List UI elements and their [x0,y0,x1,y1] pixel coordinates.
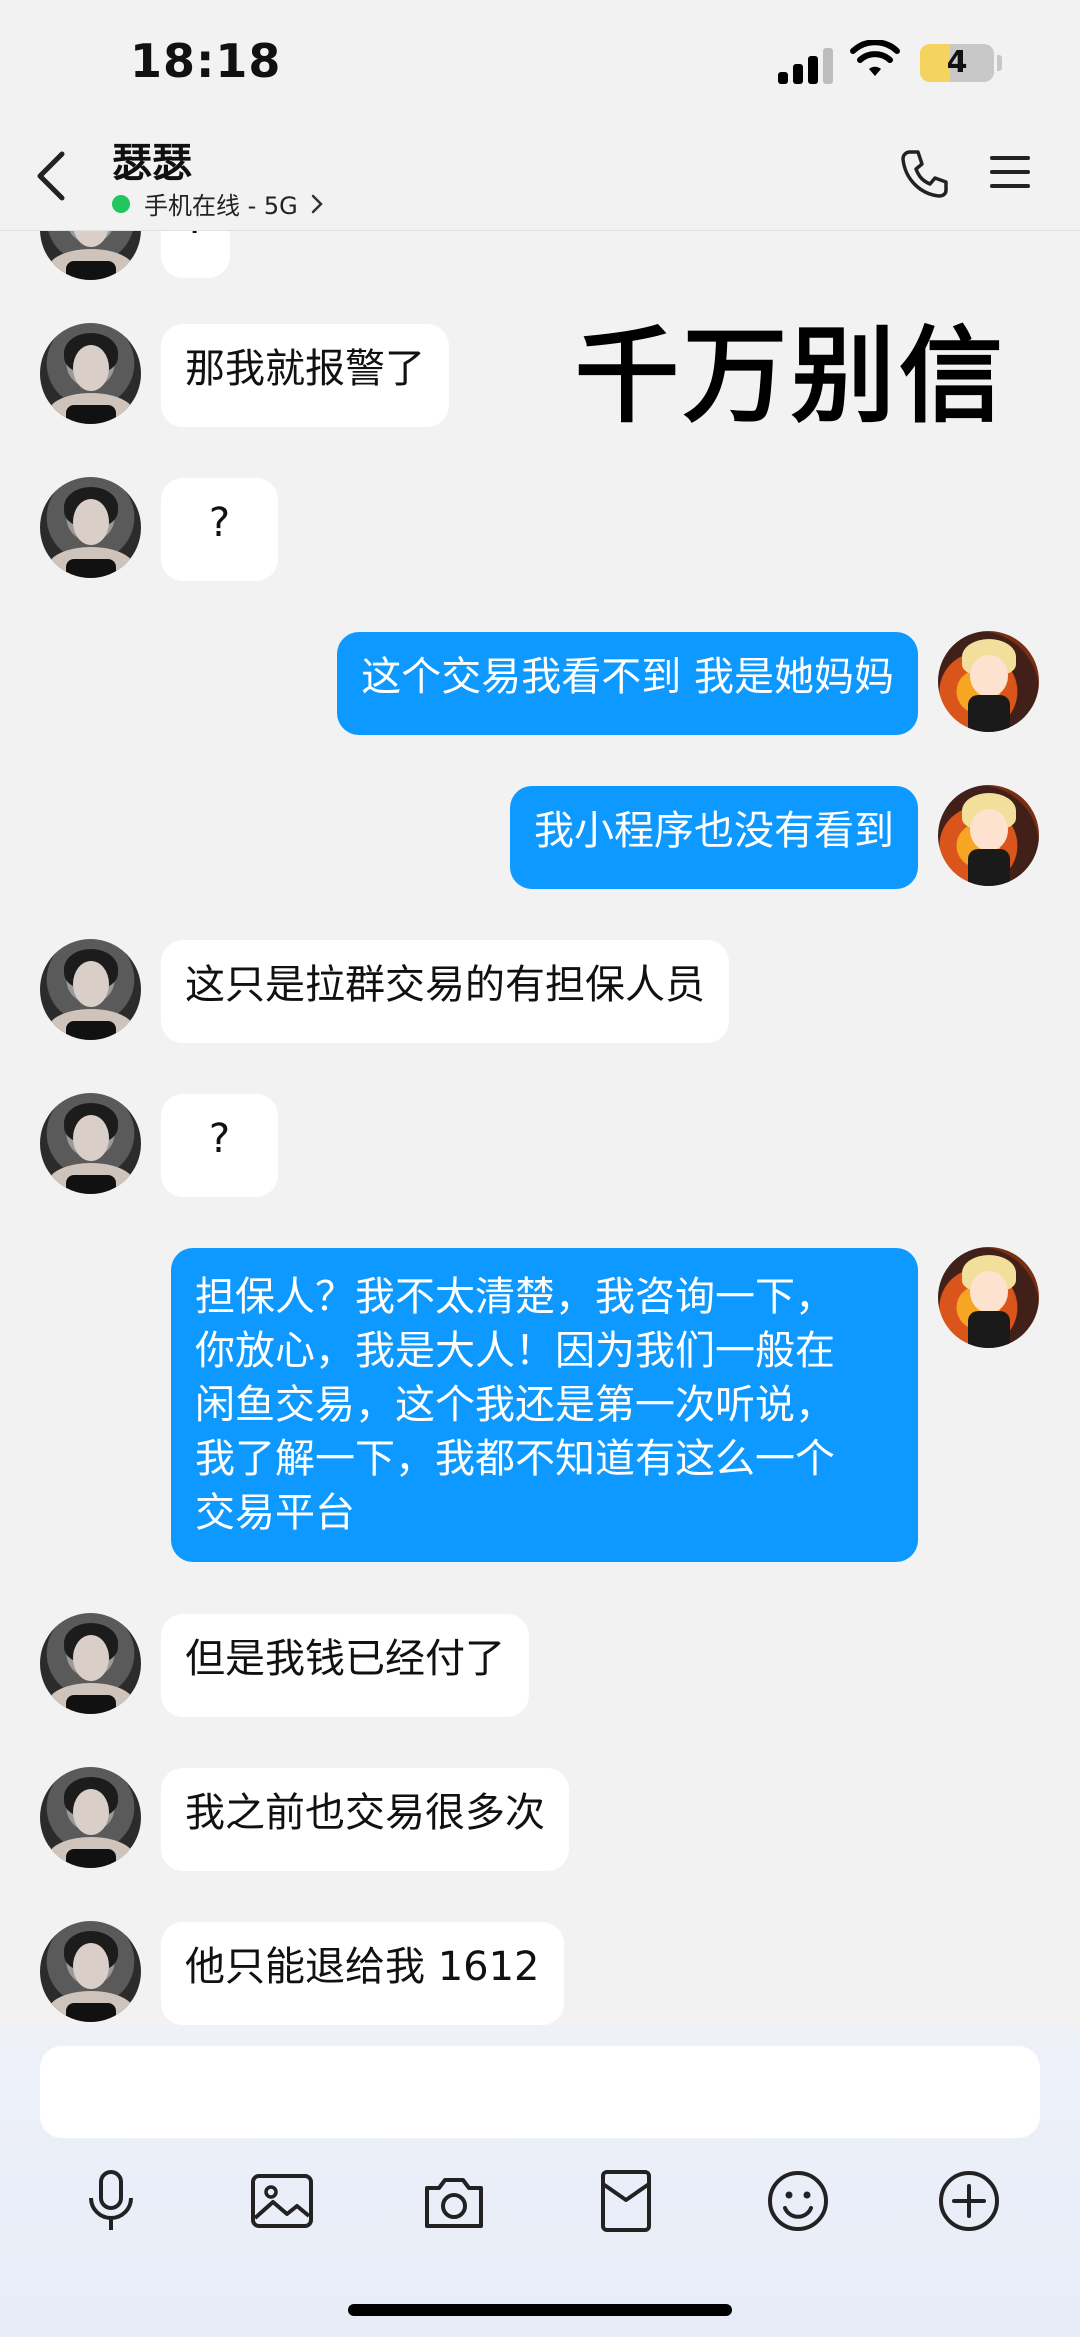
contact-avatar[interactable] [40,477,141,578]
emoji-icon[interactable] [763,2166,833,2236]
message-bubble-out[interactable]: 我小程序也没有看到 [510,786,918,889]
message-bubble-out[interactable]: 担保人？我不太清楚，我咨询一下， 你放心，我是大人！因为我们一般在 闲鱼交易，这… [171,1248,918,1562]
plus-icon[interactable] [934,2166,1004,2236]
home-indicator [348,2304,732,2316]
signal-icon [778,44,834,84]
message-bubble-in[interactable]: ? [161,478,278,581]
input-toolbar [0,2166,1080,2266]
message-bubble-in[interactable]: 但是我钱已经付了 [161,1614,529,1717]
image-icon[interactable] [247,2166,317,2236]
chat-header: 瑟瑟 手机在线 - 5G [0,130,1080,231]
input-area [0,2026,1080,2337]
contact-avatar[interactable] [40,231,141,280]
status-time: 18:18 [130,34,282,88]
menu-icon[interactable] [988,150,1032,194]
contact-avatar[interactable] [40,1767,141,1868]
message-input[interactable] [40,2046,1040,2138]
chevron-right-icon [311,194,323,213]
message-bubble-out[interactable]: 这个交易我看不到 我是她妈妈 [337,632,918,735]
overlay-warning-text: 千万别信 [575,315,1008,437]
message-line: 闲鱼交易，这个我还是第一次听说， [195,1382,835,1428]
message-line: 我了解一下，我都不知道有这么一个 [195,1436,835,1482]
camera-icon[interactable] [419,2166,489,2236]
my-avatar[interactable] [938,631,1039,732]
message-bubble-in[interactable]: 他只能退给我 1612 [161,1922,564,2025]
online-status[interactable]: 手机在线 - 5G [112,186,324,221]
online-dot-icon [112,194,130,213]
message-bubble-in[interactable]: 我之前也交易很多次 [161,1768,569,1871]
microphone-icon[interactable] [76,2166,146,2236]
status-bar: 18:18 4 [0,0,1080,130]
phone-icon[interactable] [896,146,952,202]
message-bubble-in[interactable]: 那我就报警了 [161,324,449,427]
battery-level: 4 [946,45,968,80]
wifi-icon [850,40,900,76]
my-avatar[interactable] [938,785,1039,886]
contact-avatar[interactable] [40,323,141,424]
message-line: 交易平台 [195,1490,355,1536]
contact-avatar[interactable] [40,1613,141,1714]
message-bubble-in[interactable]: ? [161,231,231,278]
my-avatar[interactable] [938,1247,1039,1348]
message-bubble-in[interactable]: ? [161,1094,278,1197]
contact-avatar[interactable] [40,1093,141,1194]
battery-icon: 4 [920,44,994,82]
message-bubble-in[interactable]: 这只是拉群交易的有担保人员 [161,940,729,1043]
contact-avatar[interactable] [40,939,141,1040]
message-line: 担保人？我不太清楚，我咨询一下， [195,1274,835,1320]
contact-name[interactable]: 瑟瑟 [112,130,192,188]
back-arrow-icon[interactable] [28,146,78,206]
battery-tip [997,55,1002,71]
online-status-text: 手机在线 - 5G [144,192,298,220]
message-line: 你放心，我是大人！因为我们一般在 [195,1328,835,1374]
red-packet-icon[interactable] [591,2166,661,2236]
chat-messages[interactable]: 千万别信 ? 那我就报警了 ? 这个交易我看不到 我是她妈妈 我小程序也没有看到… [0,231,1080,2026]
contact-avatar[interactable] [40,1921,141,2022]
